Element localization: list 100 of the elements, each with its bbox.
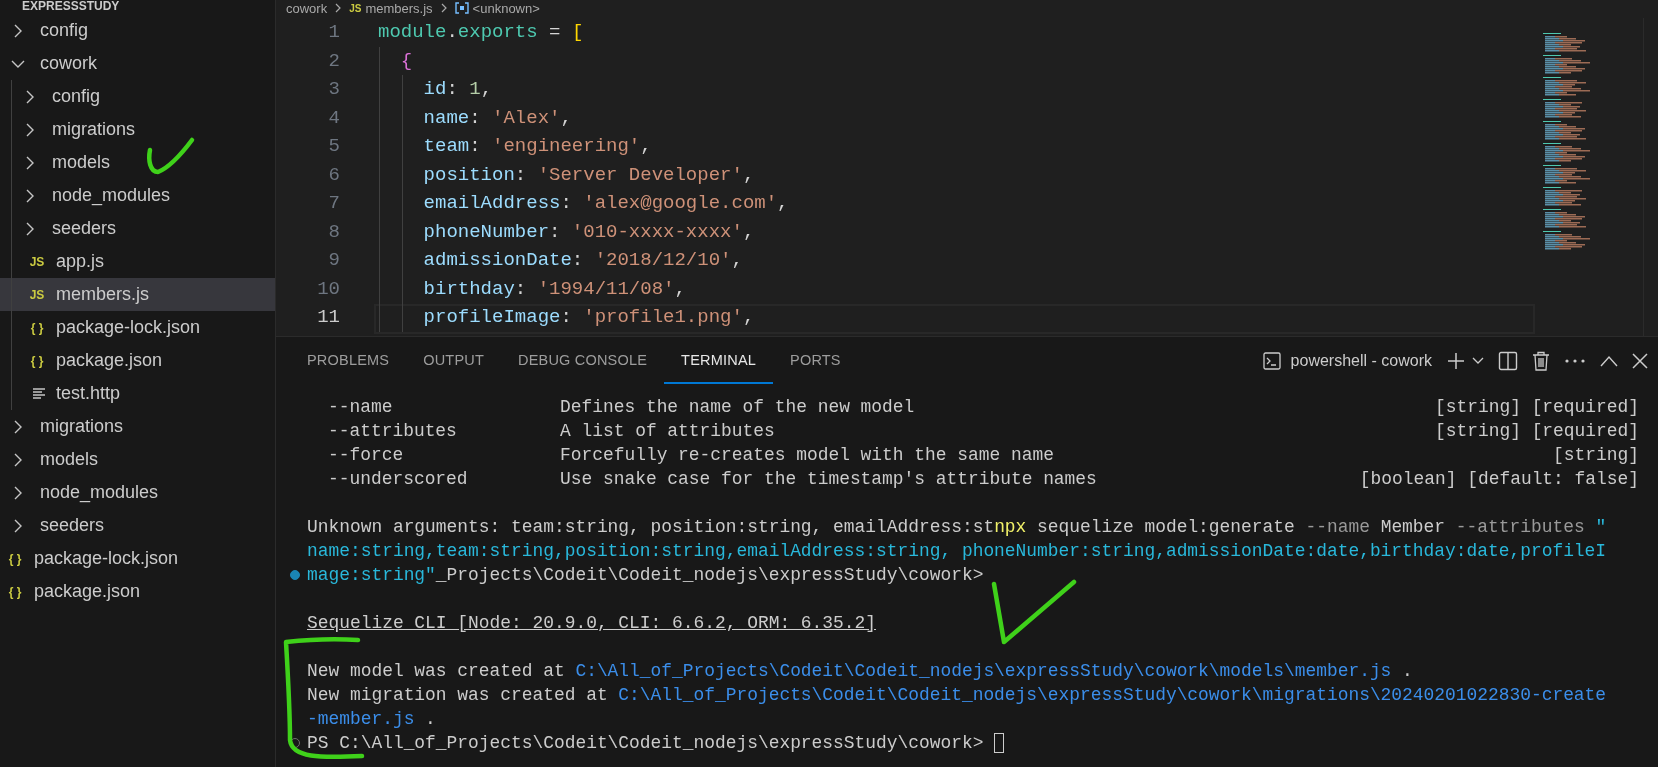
code-line: profileImage: 'profile1.png',: [422, 305, 755, 330]
terminal-text: ": [1594, 516, 1607, 539]
line-number: 4: [327, 105, 340, 131]
chevron-down-icon[interactable]: [1472, 356, 1484, 365]
terminal-text: --attributes: [1455, 516, 1585, 539]
option-name: --underscored: [327, 468, 469, 491]
json-file-icon: { }: [28, 320, 46, 335]
file-item[interactable]: JS app.js: [0, 245, 275, 278]
line-number: 7: [327, 191, 340, 216]
code-line: team: 'engineering',: [422, 134, 652, 159]
code-line: phoneNumber: '010-xxxx-xxxx',: [422, 219, 755, 245]
line-number: 6: [327, 162, 340, 188]
panel-tab[interactable]: OUTPUT: [406, 337, 501, 384]
breadcrumb-item[interactable]: cowork: [286, 0, 328, 16]
terminal-text: sequelize model:generate: [1036, 516, 1296, 539]
code-line: birthday: '1994/11/08',: [422, 276, 686, 302]
line-number: 11: [316, 305, 340, 330]
panel-tab[interactable]: DEBUG CONSOLE: [501, 337, 665, 384]
explorer-title: EXPRESSSTUDY: [21, 0, 121, 14]
code-line: {: [399, 48, 413, 74]
panel-tab[interactable]: TERMINAL: [664, 337, 774, 384]
code-line: emailAddress: 'alex@google.com',: [422, 191, 789, 216]
option-name: --force: [327, 444, 405, 467]
option-types: [string] [required]: [1435, 420, 1639, 443]
terminal-text: .: [1401, 660, 1413, 683]
file-item[interactable]: { } package.json: [0, 344, 275, 377]
js-file-icon: JS: [28, 254, 46, 269]
folder-item[interactable]: seeders: [0, 509, 275, 542]
terminal-text: New model was created at: [307, 660, 566, 683]
folder-item[interactable]: config: [0, 80, 275, 113]
terminal-prompt: PS C:\All_of_Projects\Codeit\Codeit_nodejs\expressStudy\cowork>: [307, 732, 984, 755]
js-file-icon: JS: [28, 287, 46, 302]
option-types: [string] [required]: [1435, 396, 1639, 419]
breadcrumb-item[interactable]: <unknown>: [472, 0, 540, 16]
checkmark-annotation: [146, 136, 196, 176]
line-number: 5: [327, 134, 340, 159]
option-description: Forcefully re-creates model with the same name: [560, 444, 1055, 467]
close-icon[interactable]: [1632, 352, 1648, 369]
js-file-icon: JS: [349, 2, 362, 14]
chevron-up-icon[interactable]: [1600, 354, 1618, 367]
terminal-text: mage:string": [307, 564, 436, 587]
option-types: [boolean] [default: false]: [1359, 468, 1639, 491]
folder-item[interactable]: node_modules: [0, 476, 275, 509]
terminal-text: Sequelize CLI [Node: 20.9.0, CLI: 6.6.2, ORM: 6.35.2]: [307, 612, 876, 635]
panel-tab[interactable]: PROBLEMS: [290, 337, 407, 384]
option-description: Defines the name of the new model: [560, 396, 916, 419]
terminal-text: npx: [994, 516, 1027, 539]
line-number: 8: [327, 219, 340, 245]
panel-tab[interactable]: PORTS: [773, 337, 858, 384]
folder-item[interactable]: models: [0, 146, 275, 179]
file-path-link[interactable]: -member.js: [307, 707, 415, 731]
folder-item[interactable]: migrations: [0, 113, 275, 146]
file-path-link[interactable]: C:\All_of_Projects\Codeit\Codeit_nodejs\expressStudy\cowork\migrations\20240201022830-create: [618, 683, 1607, 707]
terminal-icon: [1262, 351, 1281, 370]
option-name: --attributes: [327, 420, 458, 443]
terminal-text: .: [424, 708, 436, 731]
terminal-text: name:string,team:string,position:string,emailAddress:string, phoneNumber:string,admissionDate:date,birthday:date,profileI: [307, 540, 1607, 563]
code-line: admissionDate: '2018/12/10',: [422, 248, 743, 273]
code-line: id: 1,: [422, 77, 493, 102]
folder-item[interactable]: node_modules: [0, 179, 275, 212]
variable-icon: [454, 2, 469, 14]
trash-icon[interactable]: [1532, 350, 1550, 371]
folder-item[interactable]: models: [0, 443, 275, 476]
split-icon[interactable]: [1498, 350, 1518, 371]
line-number: 9: [327, 248, 340, 273]
more-icon[interactable]: [1564, 357, 1586, 364]
option-description: Use snake case for the timestamp's attribute names: [560, 468, 1098, 491]
json-file-icon: { }: [6, 584, 24, 599]
option-description: A list of attributes: [560, 420, 776, 443]
file-path-link[interactable]: C:\All_of_Projects\Codeit\Codeit_nodejs\expressStudy\cowork\models\member.js: [575, 659, 1392, 683]
add-icon[interactable]: [1446, 350, 1466, 371]
folder-item[interactable]: migrations: [0, 410, 275, 443]
terminal-text: Member: [1379, 516, 1447, 539]
folder-item[interactable]: cowork: [0, 47, 275, 80]
terminal-text: Unknown arguments: team:string, position:string, emailAddress:st: [307, 516, 995, 539]
file-item[interactable]: { } package-lock.json: [0, 311, 275, 344]
option-name: --name: [327, 396, 394, 419]
command-success-dot[interactable]: [290, 570, 300, 580]
file-item[interactable]: test.http: [0, 377, 275, 410]
terminal-text: _Projects\Codeit\Codeit_nodejs\expressStudy\cowork>: [435, 564, 984, 587]
line-number: 1: [327, 20, 340, 45]
folder-item[interactable]: config: [0, 14, 275, 47]
file-item[interactable]: JS members.js: [0, 278, 275, 311]
code-line: name: 'Alex',: [422, 105, 572, 131]
json-file-icon: { }: [6, 551, 24, 566]
json-file-icon: { }: [28, 353, 46, 368]
terminal-name[interactable]: powershell - cowork: [1290, 351, 1432, 370]
line-number: 3: [327, 77, 340, 102]
text-file-icon: [32, 386, 46, 401]
file-item[interactable]: { } package.json: [0, 575, 275, 608]
line-number: 10: [316, 276, 340, 302]
folder-item[interactable]: seeders: [0, 212, 275, 245]
file-item[interactable]: { } package-lock.json: [0, 542, 275, 575]
terminal-text: --name: [1305, 516, 1370, 539]
terminal-text: New migration was created at: [307, 684, 609, 707]
line-number: 2: [327, 48, 340, 74]
breadcrumb-item[interactable]: members.js: [365, 0, 433, 16]
code-line: module.exports = [: [378, 20, 584, 45]
code-line: position: 'Server Developer',: [422, 162, 755, 188]
option-types: [string]: [1553, 444, 1639, 467]
